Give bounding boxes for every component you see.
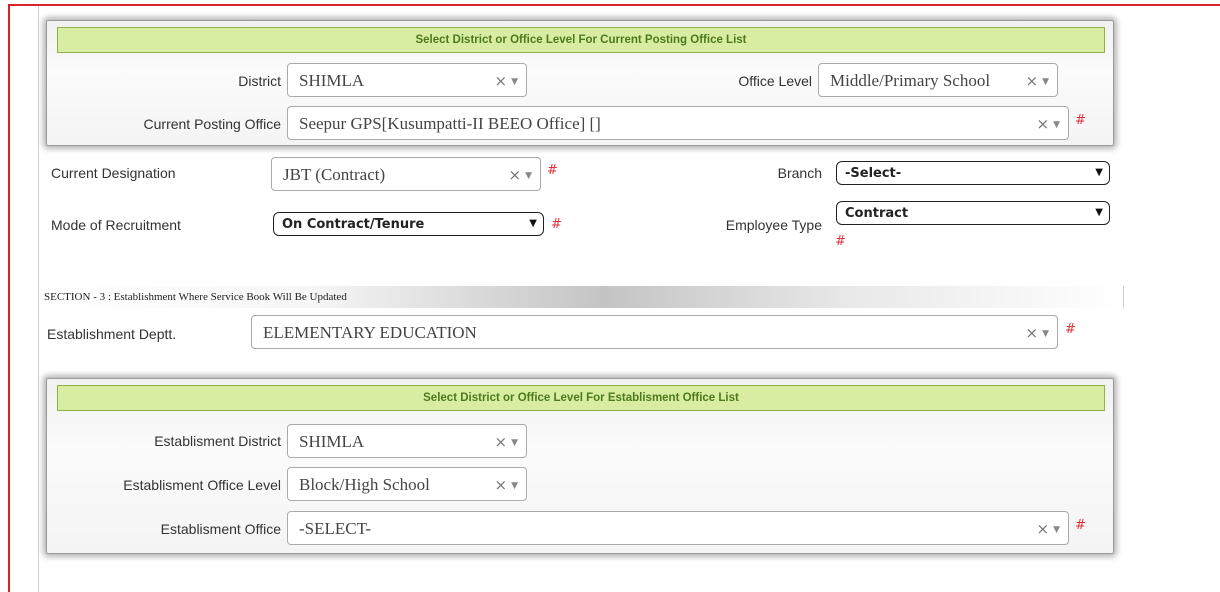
office-level-select[interactable]: Middle/Primary School × ▼ xyxy=(818,63,1058,97)
district-select[interactable]: SHIMLA × ▼ xyxy=(287,63,527,97)
establisment-office-required-mark: # xyxy=(1075,518,1086,533)
mode-of-recruitment-label: Mode of Recruitment xyxy=(51,217,181,233)
employee-type-value: Contract xyxy=(845,206,909,221)
establishment-deptt-select[interactable]: ELEMENTARY EDUCATION × ▼ xyxy=(251,315,1058,349)
office-level-clear-icon[interactable]: × xyxy=(1026,72,1039,90)
content-divider xyxy=(38,6,39,592)
est-office-dropdown-icon[interactable]: ▼ xyxy=(1053,525,1060,535)
est-office-level-clear-icon[interactable]: × xyxy=(495,476,508,494)
current-posting-panel-header: Select District or Office Level For Curr… xyxy=(57,27,1105,53)
establishment-deptt-required-mark: # xyxy=(1065,322,1076,337)
district-value: SHIMLA xyxy=(299,71,365,90)
current-designation-value: JBT (Contract) xyxy=(283,165,386,184)
establishment-deptt-label: Establishment Deptt. xyxy=(47,326,177,342)
establishment-deptt-clear-icon[interactable]: × xyxy=(1026,324,1039,342)
branch-dropdown-icon[interactable]: ▼ xyxy=(1095,167,1103,178)
current-posting-office-label: Current Posting Office xyxy=(143,116,281,132)
posting-office-dropdown-icon[interactable]: ▼ xyxy=(1053,120,1060,130)
establisment-office-select[interactable]: -SELECT- × ▼ xyxy=(287,511,1069,545)
office-level-dropdown-icon[interactable]: ▼ xyxy=(1042,77,1049,87)
mode-of-recruitment-value: On Contract/Tenure xyxy=(282,217,425,232)
mode-of-recruitment-select[interactable]: On Contract/Tenure ▼ xyxy=(273,212,544,236)
posting-office-required-mark: # xyxy=(1075,113,1086,128)
district-dropdown-icon[interactable]: ▼ xyxy=(511,77,518,87)
designation-required-mark: # xyxy=(547,163,558,178)
page-frame-top xyxy=(8,4,1220,6)
est-district-dropdown-icon[interactable]: ▼ xyxy=(511,438,518,448)
employee-type-required-mark: # xyxy=(835,234,846,249)
establisment-office-level-select[interactable]: Block/High School × ▼ xyxy=(287,467,527,501)
branch-value: -Select- xyxy=(845,166,902,181)
establisment-office-label: Establisment Office xyxy=(160,521,281,537)
posting-office-clear-icon[interactable]: × xyxy=(1037,115,1050,133)
recruitment-dropdown-icon[interactable]: ▼ xyxy=(529,218,537,229)
office-level-value: Middle/Primary School xyxy=(830,71,991,90)
district-clear-icon[interactable]: × xyxy=(495,72,508,90)
designation-dropdown-icon[interactable]: ▼ xyxy=(525,171,532,181)
branch-label: Branch xyxy=(777,165,822,181)
establisment-district-select[interactable]: SHIMLA × ▼ xyxy=(287,424,527,458)
establisment-office-level-label: Establisment Office Level xyxy=(123,477,281,493)
current-designation-select[interactable]: JBT (Contract) × ▼ xyxy=(271,157,541,191)
section-3-title: SECTION - 3 : Establishment Where Servic… xyxy=(44,291,347,303)
est-office-clear-icon[interactable]: × xyxy=(1037,520,1050,538)
employee-type-label: Employee Type xyxy=(725,217,822,233)
employee-type-dropdown-icon[interactable]: ▼ xyxy=(1095,207,1103,218)
current-posting-office-value: Seepur GPS[Kusumpatti-II BEEO Office] [] xyxy=(299,114,601,133)
establishment-deptt-dropdown-icon[interactable]: ▼ xyxy=(1042,329,1049,339)
establisment-district-label: Establisment District xyxy=(154,433,281,449)
establisment-office-value: -SELECT- xyxy=(299,519,372,538)
establisment-office-level-value: Block/High School xyxy=(299,475,430,494)
district-label: District xyxy=(238,73,281,89)
establisment-district-value: SHIMLA xyxy=(299,432,365,451)
establishment-panel-header: Select District or Office Level For Esta… xyxy=(57,385,1105,411)
est-office-level-dropdown-icon[interactable]: ▼ xyxy=(511,481,518,491)
recruitment-required-mark: # xyxy=(551,217,562,232)
current-designation-label: Current Designation xyxy=(51,165,176,181)
designation-clear-icon[interactable]: × xyxy=(509,166,522,184)
est-district-clear-icon[interactable]: × xyxy=(495,433,508,451)
page-frame-left xyxy=(8,4,10,592)
section-3-header: SECTION - 3 : Establishment Where Servic… xyxy=(42,286,1124,308)
current-posting-office-select[interactable]: Seepur GPS[Kusumpatti-II BEEO Office] []… xyxy=(287,106,1069,140)
branch-select[interactable]: -Select- ▼ xyxy=(836,161,1110,185)
office-level-label: Office Level xyxy=(738,73,812,89)
employee-type-select[interactable]: Contract ▼ xyxy=(836,201,1110,225)
establishment-deptt-value: ELEMENTARY EDUCATION xyxy=(263,323,477,342)
